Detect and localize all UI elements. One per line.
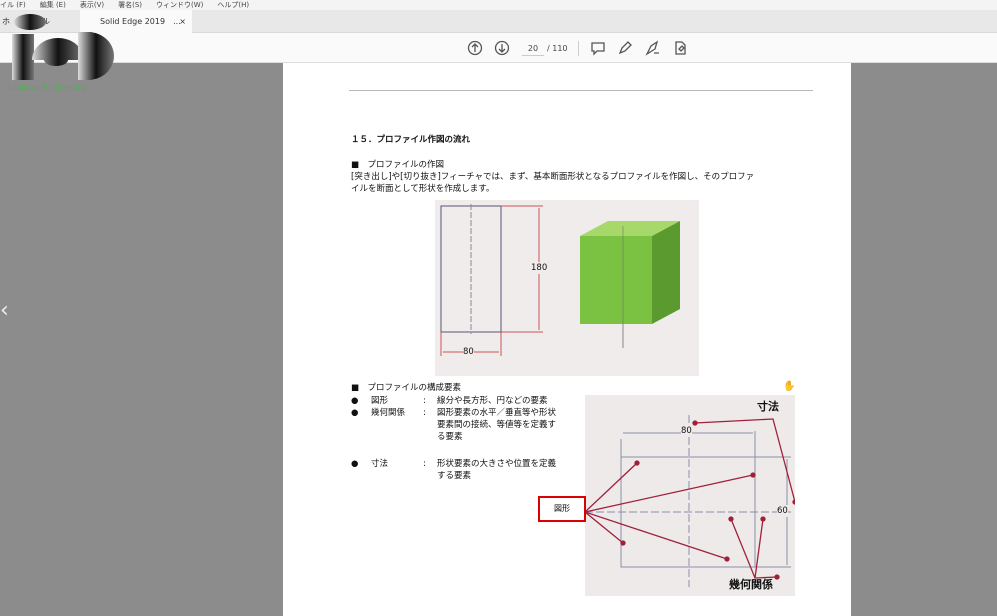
header-rule <box>349 90 813 91</box>
description: 要素間の接続、等値等を定義す <box>437 420 557 430</box>
colon: : <box>423 408 426 418</box>
pen-icon[interactable] <box>617 40 633 56</box>
pdf-page: １５．プロファイル作図の流れ ■ プロファイルの作図 [突き出し]や[切り抜き]… <box>283 63 851 616</box>
description: る要素 <box>437 432 463 442</box>
bullet: ● <box>351 396 359 406</box>
description: 線分や長方形、円などの要素 <box>437 396 548 406</box>
annotation-dimension: 寸法 <box>757 400 779 413</box>
menu-help[interactable]: ヘルプ(H) <box>217 0 249 10</box>
dimension-label: 180 <box>531 262 548 274</box>
menu-edit[interactable]: 編集 (E) <box>40 0 66 10</box>
stamp-icon[interactable] <box>672 40 688 56</box>
menu-window[interactable]: ウィンドウ(W) <box>156 0 203 10</box>
term: 寸法 <box>371 459 389 469</box>
logo-subtitle: Ishikawa Engineering <box>8 82 87 92</box>
colon: : <box>423 396 426 406</box>
annotation-geometric-relations: 幾何関係 <box>729 578 773 591</box>
colon: : <box>423 459 426 469</box>
dimension-label: 80 <box>463 346 474 358</box>
menu-view[interactable]: 表示(V) <box>80 0 104 10</box>
bullet: ● <box>351 459 359 469</box>
section-heading: １５．プロファイル作図の流れ <box>351 135 471 145</box>
page-number-input[interactable]: 20 <box>522 41 544 56</box>
bullet: ● <box>351 408 359 418</box>
callout-shape-label: 図形 <box>538 496 586 522</box>
sign-icon[interactable] <box>645 40 661 56</box>
term: 図形 <box>371 396 389 406</box>
menu-bar: イル (F) 編集 (E) 表示(V) 署名(S) ウィンドウ(W) ヘルプ(H… <box>0 0 997 10</box>
menu-sign[interactable]: 署名(S) <box>118 0 142 10</box>
divider <box>578 41 579 56</box>
description: 図形要素の水平／垂直等や形状 <box>437 408 557 418</box>
close-icon[interactable]: × <box>179 10 186 33</box>
toolbar: 20 / 110 <box>0 33 997 63</box>
paragraph-line: [突き出し]や[切り抜き]フィーチャでは、まず、基本断面形状となるプロファイルを… <box>351 172 755 182</box>
profile-figure: 180 80 <box>435 200 699 376</box>
term: 幾何関係 <box>371 408 406 418</box>
tab-bar: ホ ール Solid Edge 2019 ...× <box>0 10 997 33</box>
description: 形状要素の大きさや位置を定義 <box>437 459 557 469</box>
page-total: / 110 <box>547 44 568 53</box>
dimension-label: 80 <box>681 425 692 437</box>
subsection-title: ■ プロファイルの構成要素 <box>351 383 462 393</box>
profile-elements-figure: 寸法 80 60 幾何関係 <box>584 395 798 596</box>
dimension-label: 60 <box>777 505 788 517</box>
prev-page-icon[interactable] <box>467 40 483 56</box>
comment-icon[interactable] <box>590 40 606 56</box>
hand-cursor-icon: ✋ <box>783 381 796 392</box>
chevron-left-icon[interactable]: ‹ <box>0 298 9 323</box>
paragraph-line: イルを断面として形状を作成します。 <box>351 184 495 194</box>
description: する要素 <box>437 471 472 481</box>
menu-file[interactable]: イル (F) <box>0 0 26 10</box>
next-page-icon[interactable] <box>494 40 510 56</box>
subsection-title: ■ プロファイルの作図 <box>351 160 445 170</box>
